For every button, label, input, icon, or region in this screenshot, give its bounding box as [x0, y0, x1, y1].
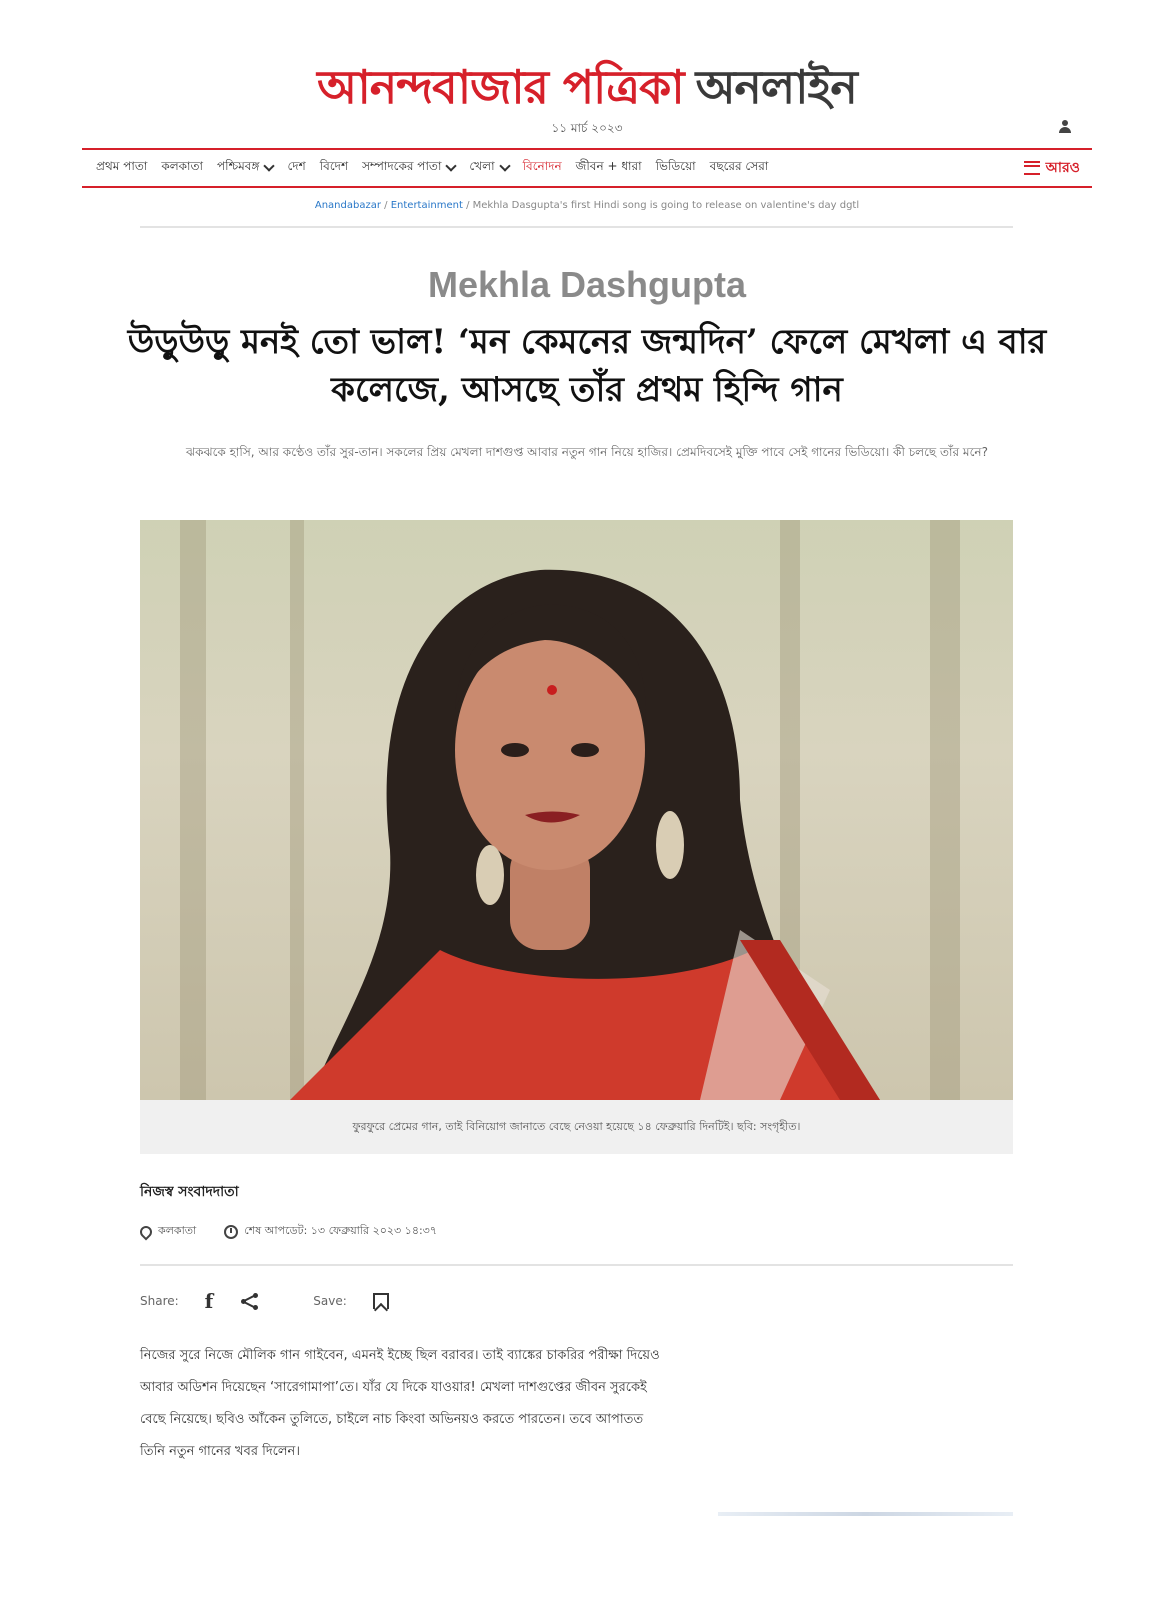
nav-item-country[interactable]: দেশ — [287, 158, 305, 178]
nav-label: বিদেশ — [319, 159, 349, 173]
nav-item-editorial[interactable]: সম্পাদকের পাতা — [362, 158, 458, 178]
map-pin-icon — [137, 1223, 155, 1240]
nav-item-kolkata[interactable]: কলকাতা — [161, 158, 203, 178]
header-date: ১১ মার্চ ২০২৩ — [551, 121, 623, 135]
more-menu-button[interactable]: আরও — [1023, 150, 1080, 186]
nav-label: পশ্চিমবঙ্গ — [217, 159, 260, 173]
nav-label: খেলা — [469, 159, 495, 173]
nav-item-entertainment[interactable]: বিনোদন — [523, 158, 562, 178]
portrait-illustration — [290, 569, 880, 1100]
nav-label: ভিডিয়ো — [655, 159, 696, 173]
article-headline: উড়ুউড়ু মনই তো ভাল! ‘মন কেমনের জন্মদিন’… — [127, 322, 1047, 410]
divider — [140, 1264, 1013, 1266]
nav-label: সম্পাদকের পাতা — [362, 159, 442, 173]
article-updated: শেষ আপডেট: ১৩ ফেব্রুয়ারি ২০২৩ ১৪:৩৭ — [244, 1224, 437, 1237]
article-kicker: Mekhla Dashgupta — [427, 264, 747, 305]
more-label: আরও — [1045, 160, 1080, 176]
nav-item-lifestyle[interactable]: জীবন + ধারা — [576, 158, 642, 178]
related-strip — [718, 1512, 1013, 1516]
article-body: নিজের সুরে নিজে মৌলিক গান গাইবেন, এমনই ই… — [140, 1348, 660, 1459]
nav-label: কলকাতা — [161, 159, 204, 173]
breadcrumb-current: Mekhla Dasgupta's first Hindi song is go… — [472, 200, 860, 211]
chevron-down-icon — [263, 160, 276, 172]
nav-label: বছরের সেরা — [709, 159, 769, 173]
nav-item-world[interactable]: বিদেশ — [320, 158, 348, 178]
user-icon[interactable] — [1058, 120, 1072, 134]
hamburger-icon — [1023, 161, 1040, 175]
nav-item-sports[interactable]: খেলা — [469, 158, 511, 178]
main-nav: প্রথম পাতা কলকাতা পশ্চিমবঙ্গ দেশ বিদেশ স… — [82, 148, 1092, 188]
breadcrumb-home[interactable]: Anandabazar — [315, 200, 381, 211]
nav-item-video[interactable]: ভিডিয়ো — [656, 158, 696, 178]
logo-dark-text: অনলাইন — [695, 60, 858, 114]
nav-item-best-of-year[interactable]: বছরের সেরা — [710, 158, 769, 178]
nav-label: বিনোদন — [522, 159, 562, 173]
share-bar: Share: f Save: — [140, 1286, 389, 1316]
hero-image — [140, 520, 1013, 1100]
clock-icon — [224, 1224, 239, 1239]
article-standfirst: ঝকঝকে হাসি, আর কণ্ঠেও তাঁর সুর-তান। সকলে… — [186, 445, 988, 459]
nav-label: প্রথম পাতা — [96, 159, 148, 173]
nav-item-west-bengal[interactable]: পশ্চিমবঙ্গ — [217, 158, 276, 178]
site-logo[interactable]: আনন্দবাজার পত্রিকা অনলাইন — [0, 56, 1174, 118]
breadcrumb-section[interactable]: Entertainment — [391, 200, 463, 211]
nav-item-home[interactable]: প্রথম পাতা — [96, 158, 147, 178]
bookmark-icon[interactable] — [372, 1293, 389, 1309]
share-label: Share: — [140, 1294, 179, 1308]
article-location: কলকাতা — [158, 1224, 197, 1237]
divider — [140, 226, 1013, 228]
nav-label: দেশ — [287, 159, 306, 173]
logo-red-text: আনন্দবাজার পত্রিকা — [317, 60, 684, 114]
image-caption: ফুরফুরে প্রেমের গান, তাই বিনিয়োগ জানাতে… — [140, 1100, 1013, 1154]
article-meta: কলকাতা শেষ আপডেট: ১৩ ফেব্রুয়ারি ২০২৩ ১৪… — [137, 1222, 437, 1241]
author-name[interactable]: নিজস্ব সংবাদদাতা — [140, 1180, 239, 1204]
share-icon[interactable] — [241, 1292, 259, 1310]
chevron-down-icon — [445, 160, 458, 172]
breadcrumb: Anandabazar / Entertainment / Mekhla Das… — [0, 200, 1174, 211]
facebook-icon[interactable]: f — [205, 1289, 214, 1313]
save-label: Save: — [313, 1294, 347, 1308]
chevron-down-icon — [498, 160, 511, 172]
nav-label: জীবন + ধারা — [575, 159, 642, 173]
